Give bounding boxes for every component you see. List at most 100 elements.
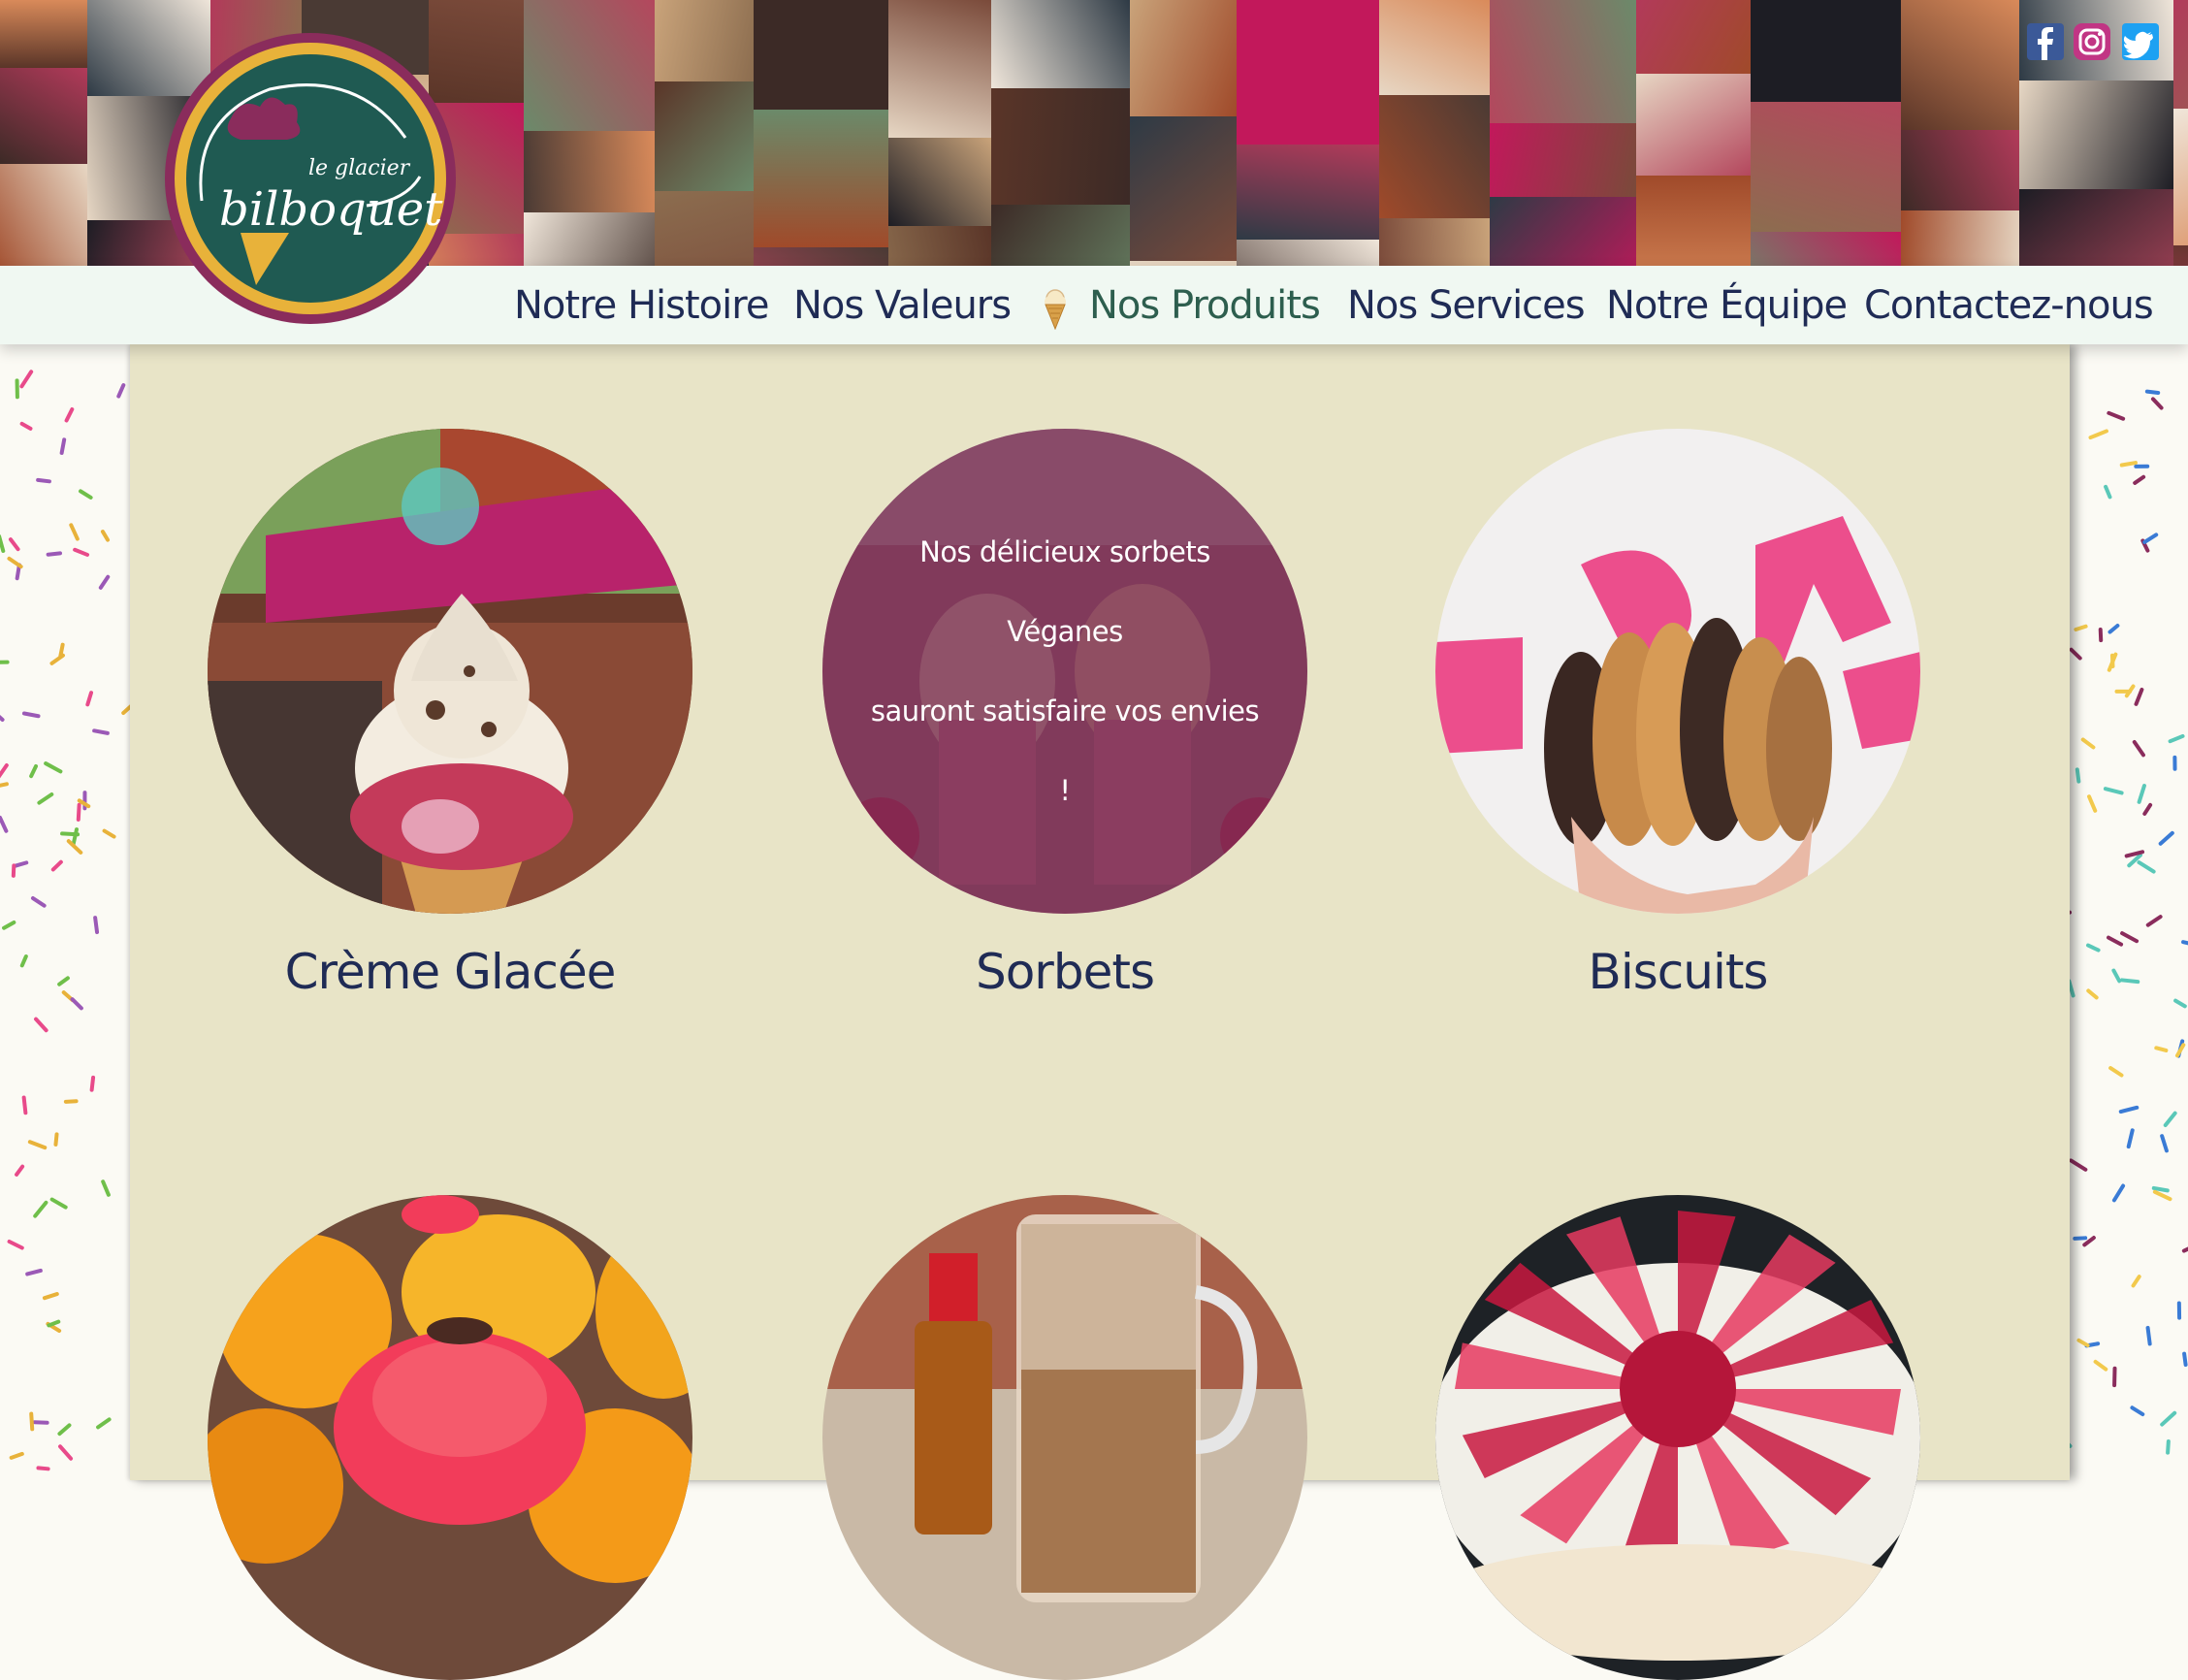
product-image-cupcakes[interactable] — [208, 1195, 692, 1680]
collage-photo — [2173, 0, 2188, 111]
sprinkle — [0, 784, 7, 788]
collage-photo — [524, 212, 657, 266]
product-image-sorbets[interactable]: Nos délicieux sorbets Véganes sauront sa… — [822, 429, 1307, 914]
facebook-icon[interactable] — [2027, 23, 2064, 60]
collage-photo — [655, 191, 756, 266]
product-label-creme-glacee[interactable]: Crème Glacée — [208, 944, 692, 1000]
collage-photo — [1490, 0, 1638, 125]
sprinkle — [4, 922, 14, 928]
collage-photo — [1751, 0, 1903, 104]
nav-notre-histoire[interactable]: Notre Histoire — [514, 281, 768, 330]
nav-nos-produits[interactable]: Nos Produits — [1089, 281, 1320, 330]
sprinkle — [2109, 626, 2117, 632]
sprinkle — [55, 1134, 56, 1145]
sprinkle — [87, 693, 91, 704]
sprinkle — [33, 898, 45, 906]
collage-photo — [754, 0, 890, 112]
sorbets-hover-text-line2: sauront satisfaire vos envies ! — [861, 671, 1269, 830]
sprinkle — [16, 1167, 22, 1175]
sprinkle — [2184, 1246, 2188, 1251]
collage-photo — [1636, 176, 1753, 266]
sprinkle — [62, 833, 78, 834]
collage-photo — [888, 138, 993, 228]
product-image-cafe[interactable] — [822, 1195, 1307, 1680]
collage-photo — [1901, 130, 2021, 212]
sprinkle — [105, 831, 114, 837]
sprinkle — [94, 730, 108, 733]
sprinkle — [36, 1019, 47, 1031]
sprinkle — [2162, 1413, 2174, 1425]
collage-photo — [754, 247, 890, 266]
collage-photo — [1237, 145, 1381, 242]
instagram-icon[interactable] — [2074, 23, 2110, 60]
collage-photo — [0, 0, 89, 70]
sprinkle — [21, 372, 31, 386]
sprinkle — [59, 1425, 69, 1434]
sprinkle — [2078, 1341, 2087, 1345]
sprinkle — [60, 645, 62, 657]
sprinkle — [46, 763, 60, 771]
site-header: Notre Histoire Nos Valeurs Nos Produits … — [0, 0, 2188, 344]
sprinkle — [59, 978, 68, 984]
sprinkle — [2106, 487, 2109, 498]
sprinkle — [35, 1203, 46, 1216]
product-label-sorbets[interactable]: Sorbets — [822, 944, 1307, 1000]
cake-photo — [1435, 1195, 1920, 1680]
sprinkle — [2096, 1362, 2107, 1370]
sprinkle — [2089, 796, 2095, 811]
collage-photo — [1237, 240, 1381, 266]
sprinkle — [52, 1200, 66, 1208]
nav-nos-services[interactable]: Nos Services — [1347, 281, 1585, 330]
sprinkle — [2110, 1068, 2121, 1075]
nav-nos-valeurs[interactable]: Nos Valeurs — [793, 281, 1011, 330]
product-label-biscuits[interactable]: Biscuits — [1435, 944, 1920, 1000]
product-image-creme-glacee[interactable] — [208, 429, 692, 914]
collage-photo — [1130, 0, 1239, 118]
sprinkle — [2144, 534, 2156, 542]
logo-small-text: le glacier — [308, 156, 411, 180]
sorbets-hover-text-line1: Nos délicieux sorbets Véganes — [861, 512, 1269, 671]
sprinkle — [95, 918, 97, 932]
collage-photo — [754, 110, 890, 249]
sprinkle — [2114, 1186, 2123, 1201]
sprinkle — [62, 439, 65, 453]
nav-notre-equipe[interactable]: Notre Équipe — [1606, 281, 1847, 330]
sprinkle — [2075, 627, 2085, 630]
sprinkle — [2088, 990, 2096, 997]
sprinkle — [73, 829, 76, 845]
sprinkle — [2106, 789, 2122, 792]
sprinkle — [92, 1078, 93, 1090]
collage-photo — [991, 88, 1132, 207]
sprinkle — [2155, 1192, 2171, 1199]
sprinkle — [2122, 980, 2138, 982]
sprinkle — [0, 713, 3, 720]
sprinkle — [2147, 392, 2158, 393]
sprinkle — [101, 577, 108, 588]
collage-photo — [2019, 81, 2175, 191]
collage-photo — [1237, 0, 1381, 146]
twitter-icon[interactable] — [2122, 23, 2159, 60]
sprinkle — [2166, 1114, 2175, 1125]
sprinkle — [2112, 656, 2113, 666]
collage-photo — [1751, 102, 1903, 234]
bilboquet-logo[interactable]: le glacier bilboquet — [163, 31, 458, 326]
sprinkle — [2077, 769, 2079, 781]
sprinkle — [45, 1294, 57, 1298]
product-image-biscuits[interactable] — [1435, 429, 1920, 914]
sprinkle — [73, 999, 81, 1008]
sprinkle — [98, 1419, 110, 1427]
sprinkle — [2088, 946, 2099, 951]
sprinkle — [2136, 690, 2141, 704]
collage-photo — [1636, 0, 1753, 76]
nav-contactez-nous[interactable]: Contactez-nous — [1864, 281, 2153, 330]
sprinkle — [2135, 477, 2143, 483]
sprinkle — [30, 1142, 45, 1147]
sprinkle — [2154, 1188, 2168, 1190]
product-image-gateau[interactable] — [1435, 1195, 1920, 1680]
sprinkle — [31, 1414, 32, 1430]
collage-photo — [2173, 245, 2188, 266]
sprinkle — [38, 480, 49, 481]
sprinkle — [2134, 1276, 2140, 1285]
sprinkle — [75, 550, 87, 555]
sprinkle — [2072, 650, 2080, 659]
